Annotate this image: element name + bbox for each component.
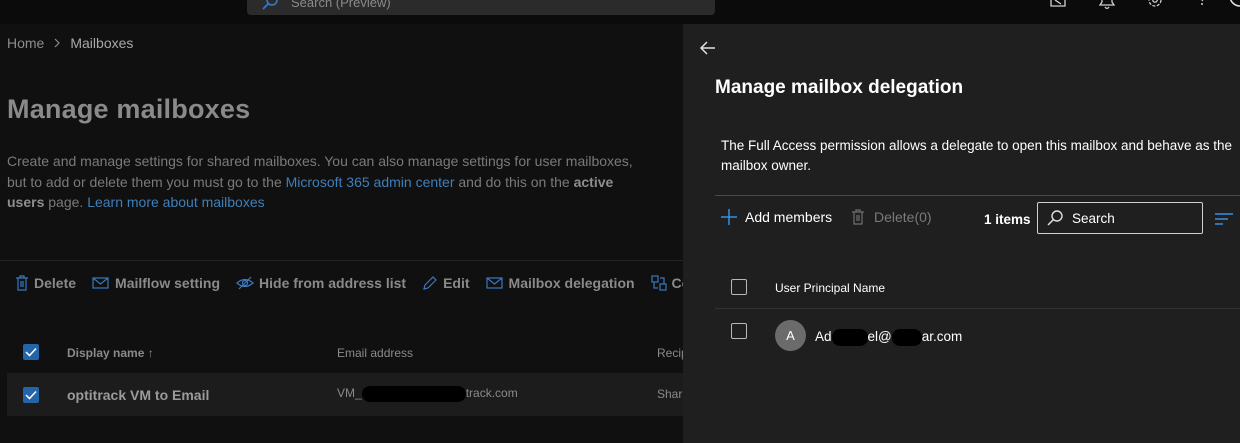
column-email-address[interactable]: Email address: [337, 346, 413, 360]
chevron-right-icon: [54, 38, 61, 48]
add-members-label: Add members: [745, 209, 833, 225]
breadcrumb: Home Mailboxes: [7, 35, 133, 51]
page-title: Manage mailboxes: [7, 94, 251, 124]
filter-icon[interactable]: [1215, 213, 1233, 225]
redaction-mark: [831, 329, 868, 346]
checkmark-icon: [25, 347, 37, 357]
upn-part: ar.com: [921, 329, 963, 345]
hide-from-address-list-button[interactable]: Hide from address list: [236, 275, 406, 291]
mailflow-setting-button[interactable]: Mailflow setting: [92, 275, 220, 291]
bell-icon[interactable]: [1097, 0, 1117, 10]
mailbox-toolbar: Delete Mailflow setting Hide from addres…: [0, 260, 683, 305]
page-description: Create and manage settings for shared ma…: [7, 151, 647, 213]
trash-icon: [16, 275, 28, 291]
members-search-placeholder: Search: [1072, 210, 1115, 226]
row-checkbox[interactable]: [23, 387, 39, 403]
list-item[interactable]: A Ad el@ ar.com: [715, 314, 1240, 358]
upn-part: Ad: [815, 329, 832, 345]
redaction-mark: [891, 329, 922, 346]
learn-more-link[interactable]: Learn more about mailboxes: [87, 194, 264, 210]
row-email: VM_ track.com: [337, 386, 518, 402]
m365-admin-center-link[interactable]: Microsoft 365 admin center: [286, 174, 455, 190]
delegation-label: Mailbox delegation: [508, 275, 635, 291]
row-recipient-type: Shar: [657, 387, 683, 401]
description-text: and do this on the: [454, 173, 574, 190]
email-start: VM_: [337, 386, 362, 401]
redaction-mark: [361, 386, 466, 402]
panel-description: The Full Access permission allows a dele…: [721, 138, 1233, 173]
members-search-input[interactable]: Search: [1037, 202, 1203, 234]
column-display-name-label: Display name: [67, 346, 145, 360]
mailbox-grid-header: Display name ↑ Email address Recip: [0, 336, 683, 370]
mailbox-delegation-button[interactable]: Mailbox delegation: [485, 275, 635, 291]
mailflow-label: Mailflow setting: [115, 275, 221, 291]
edit-label: Edit: [443, 275, 470, 291]
panel-divider: [715, 195, 1240, 196]
feedback-icon[interactable]: [1048, 0, 1068, 10]
column-user-principal-name[interactable]: User Principal Name: [775, 281, 885, 295]
eye-hide-icon: [236, 276, 254, 290]
delete-members-label: Delete(0): [874, 209, 932, 225]
email-end: track.com: [465, 386, 518, 401]
edit-button[interactable]: Edit: [422, 275, 470, 291]
members-grid-header: User Principal Name: [715, 273, 1240, 309]
row-display-name[interactable]: optitrack VM to Email: [67, 387, 209, 403]
global-search-box[interactable]: Search (Preview): [247, 0, 715, 15]
convert-button[interactable]: Conve: [650, 275, 683, 291]
breadcrumb-mailboxes: Mailboxes: [70, 35, 134, 51]
members-toolbar: Add members Delete(0) 1 items Search: [721, 202, 1240, 234]
trash-icon: [852, 209, 864, 225]
gear-icon[interactable]: [1145, 0, 1165, 10]
column-recipient-type[interactable]: Recip: [657, 346, 683, 360]
search-icon: [262, 0, 278, 10]
convert-icon: [650, 275, 667, 291]
select-all-members-checkbox[interactable]: [731, 279, 747, 295]
table-row[interactable]: optitrack VM to Email VM_ track.com Shar: [7, 373, 683, 416]
checkmark-icon: [25, 390, 37, 400]
help-icon[interactable]: [1193, 0, 1213, 10]
hide-label: Hide from address list: [259, 275, 407, 291]
global-search-placeholder: Search (Preview): [291, 0, 391, 10]
sort-arrow-icon: ↑: [147, 346, 154, 360]
manage-delegation-panel: Manage mailbox delegation The Full Acces…: [683, 24, 1240, 443]
delete-label: Delete: [34, 275, 77, 291]
pencil-icon: [423, 276, 437, 290]
add-members-button[interactable]: Add members: [721, 209, 832, 225]
avatar-icon[interactable]: [1226, 0, 1240, 10]
mailboxes-page: Home Mailboxes Manage mailboxes Create a…: [0, 24, 683, 443]
delete-button[interactable]: Delete: [15, 275, 76, 291]
breadcrumb-home[interactable]: Home: [7, 35, 44, 51]
mail-settings-icon: [92, 277, 109, 289]
mail-icon: [485, 277, 503, 289]
top-bar: Search (Preview): [0, 0, 1240, 24]
member-upn: Ad el@ ar.com: [815, 329, 962, 346]
upn-part: el@: [867, 329, 892, 345]
delete-members-button[interactable]: Delete(0): [851, 209, 932, 225]
convert-label: Conve: [671, 275, 683, 291]
search-icon: [1047, 210, 1063, 226]
select-all-checkbox[interactable]: [23, 344, 39, 360]
member-checkbox[interactable]: [731, 323, 747, 339]
avatar: A: [775, 320, 806, 351]
panel-title: Manage mailbox delegation: [715, 77, 964, 98]
column-display-name[interactable]: Display name ↑: [67, 346, 154, 360]
items-count: 1 items: [984, 212, 1031, 227]
back-arrow-icon[interactable]: [697, 38, 719, 58]
description-text: page.: [44, 194, 88, 210]
plus-icon: [721, 209, 737, 225]
